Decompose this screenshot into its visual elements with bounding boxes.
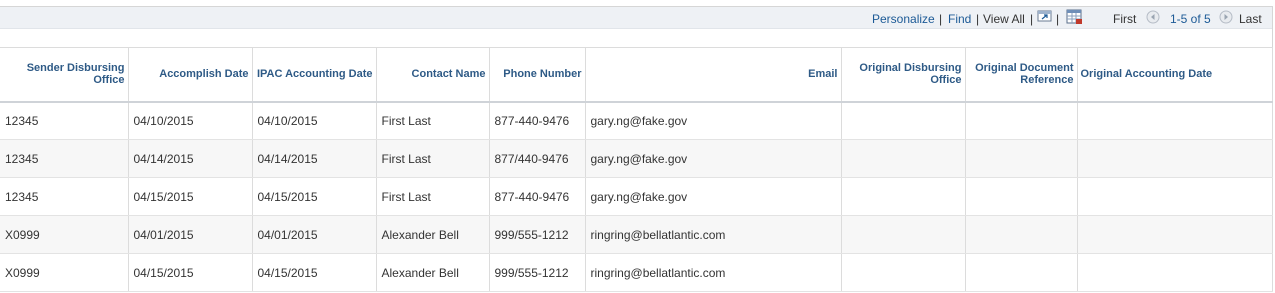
toolbar-separator: | [939, 12, 943, 26]
cell-original-document-reference [965, 215, 1078, 254]
toolbar-separator: | [976, 12, 980, 26]
first-label: First [1113, 12, 1137, 26]
toolbar-separator: | [1030, 12, 1034, 26]
cell-email: ringring@bellatlantic.com [585, 253, 842, 292]
cell-sender-disbursing-office: 12345 [0, 177, 129, 216]
cell-contact-name: Alexander Bell [376, 253, 490, 292]
toolbar-separator: | [1056, 12, 1060, 26]
cell-email: gary.ng@fake.gov [585, 177, 842, 216]
cell-accomplish-date: 04/15/2015 [128, 177, 253, 216]
cell-email: ringring@bellatlantic.com [585, 215, 842, 254]
column-header-phone-number[interactable]: Phone Number [489, 47, 586, 103]
cell-original-accounting-date [1077, 215, 1273, 254]
cell-sender-disbursing-office: X0999 [0, 253, 129, 292]
cell-accomplish-date: 04/01/2015 [128, 215, 253, 254]
last-label: Last [1239, 12, 1262, 26]
grid-toolbar: Personalize | Find | View All | | First … [0, 7, 1272, 29]
table-row: 12345 04/14/2015 04/14/2015 First Last 8… [0, 139, 1273, 178]
cell-sender-disbursing-office: X0999 [0, 215, 129, 254]
ipac-detail-table: Sender Disbursing Office Accomplish Date… [0, 47, 1273, 292]
cell-sender-disbursing-office: 12345 [0, 139, 129, 178]
column-header-contact-name[interactable]: Contact Name [376, 47, 490, 103]
column-header-original-document-reference[interactable]: Original Document Reference [965, 47, 1078, 103]
view-all-link[interactable]: View All [983, 12, 1025, 26]
table-row: 12345 04/10/2015 04/10/2015 First Last 8… [0, 101, 1273, 140]
find-link[interactable]: Find [948, 12, 971, 26]
cell-contact-name: First Last [376, 177, 490, 216]
cell-original-disbursing-office [841, 177, 966, 216]
row-range-indicator: 1-5 of 5 [1170, 12, 1211, 26]
cell-contact-name: Alexander Bell [376, 215, 490, 254]
cell-original-document-reference [965, 177, 1078, 216]
personalize-link[interactable]: Personalize [872, 12, 935, 26]
column-header-original-disbursing-office[interactable]: Original Disbursing Office [841, 47, 966, 103]
zoom-grid-icon[interactable] [1037, 9, 1053, 26]
cell-original-accounting-date [1077, 177, 1273, 216]
cell-ipac-accounting-date: 04/15/2015 [252, 253, 377, 292]
cell-original-disbursing-office [841, 139, 966, 178]
cell-original-disbursing-office [841, 215, 966, 254]
cell-original-accounting-date [1077, 253, 1273, 292]
download-excel-icon[interactable] [1066, 9, 1083, 28]
table-header-row: Sender Disbursing Office Accomplish Date… [0, 47, 1273, 103]
cell-original-document-reference [965, 101, 1078, 140]
cell-original-disbursing-office [841, 101, 966, 140]
cell-accomplish-date: 04/10/2015 [128, 101, 253, 140]
cell-accomplish-date: 04/14/2015 [128, 139, 253, 178]
table-row: X0999 04/01/2015 04/01/2015 Alexander Be… [0, 215, 1273, 254]
cell-original-disbursing-office [841, 253, 966, 292]
cell-phone-number: 877-440-9476 [489, 101, 586, 140]
cell-ipac-accounting-date: 04/01/2015 [252, 215, 377, 254]
cell-contact-name: First Last [376, 139, 490, 178]
cell-phone-number: 877-440-9476 [489, 177, 586, 216]
cell-original-accounting-date [1077, 139, 1273, 178]
cell-phone-number: 999/555-1212 [489, 253, 586, 292]
column-header-sender-disbursing-office[interactable]: Sender Disbursing Office [0, 47, 129, 103]
cell-contact-name: First Last [376, 101, 490, 140]
column-header-accomplish-date[interactable]: Accomplish Date [128, 47, 253, 103]
table-row: X0999 04/15/2015 04/15/2015 Alexander Be… [0, 253, 1273, 292]
next-arrow-icon [1219, 10, 1233, 27]
cell-email: gary.ng@fake.gov [585, 139, 842, 178]
cell-sender-disbursing-office: 12345 [0, 101, 129, 140]
previous-arrow-icon [1146, 10, 1160, 27]
data-grid: Sender Disbursing Office Accomplish Date… [0, 47, 1273, 292]
column-header-email[interactable]: Email [585, 47, 842, 103]
cell-ipac-accounting-date: 04/14/2015 [252, 139, 377, 178]
cell-original-document-reference [965, 139, 1078, 178]
cell-phone-number: 877/440-9476 [489, 139, 586, 178]
table-row: 12345 04/15/2015 04/15/2015 First Last 8… [0, 177, 1273, 216]
grid-frame: Personalize | Find | View All | | First … [0, 6, 1273, 292]
column-header-ipac-accounting-date[interactable]: IPAC Accounting Date [252, 47, 377, 103]
column-header-original-accounting-date[interactable]: Original Accounting Date [1077, 47, 1273, 103]
cell-accomplish-date: 04/15/2015 [128, 253, 253, 292]
cell-original-document-reference [965, 253, 1078, 292]
cell-original-accounting-date [1077, 101, 1273, 140]
cell-ipac-accounting-date: 04/15/2015 [252, 177, 377, 216]
cell-phone-number: 999/555-1212 [489, 215, 586, 254]
cell-email: gary.ng@fake.gov [585, 101, 842, 140]
cell-ipac-accounting-date: 04/10/2015 [252, 101, 377, 140]
